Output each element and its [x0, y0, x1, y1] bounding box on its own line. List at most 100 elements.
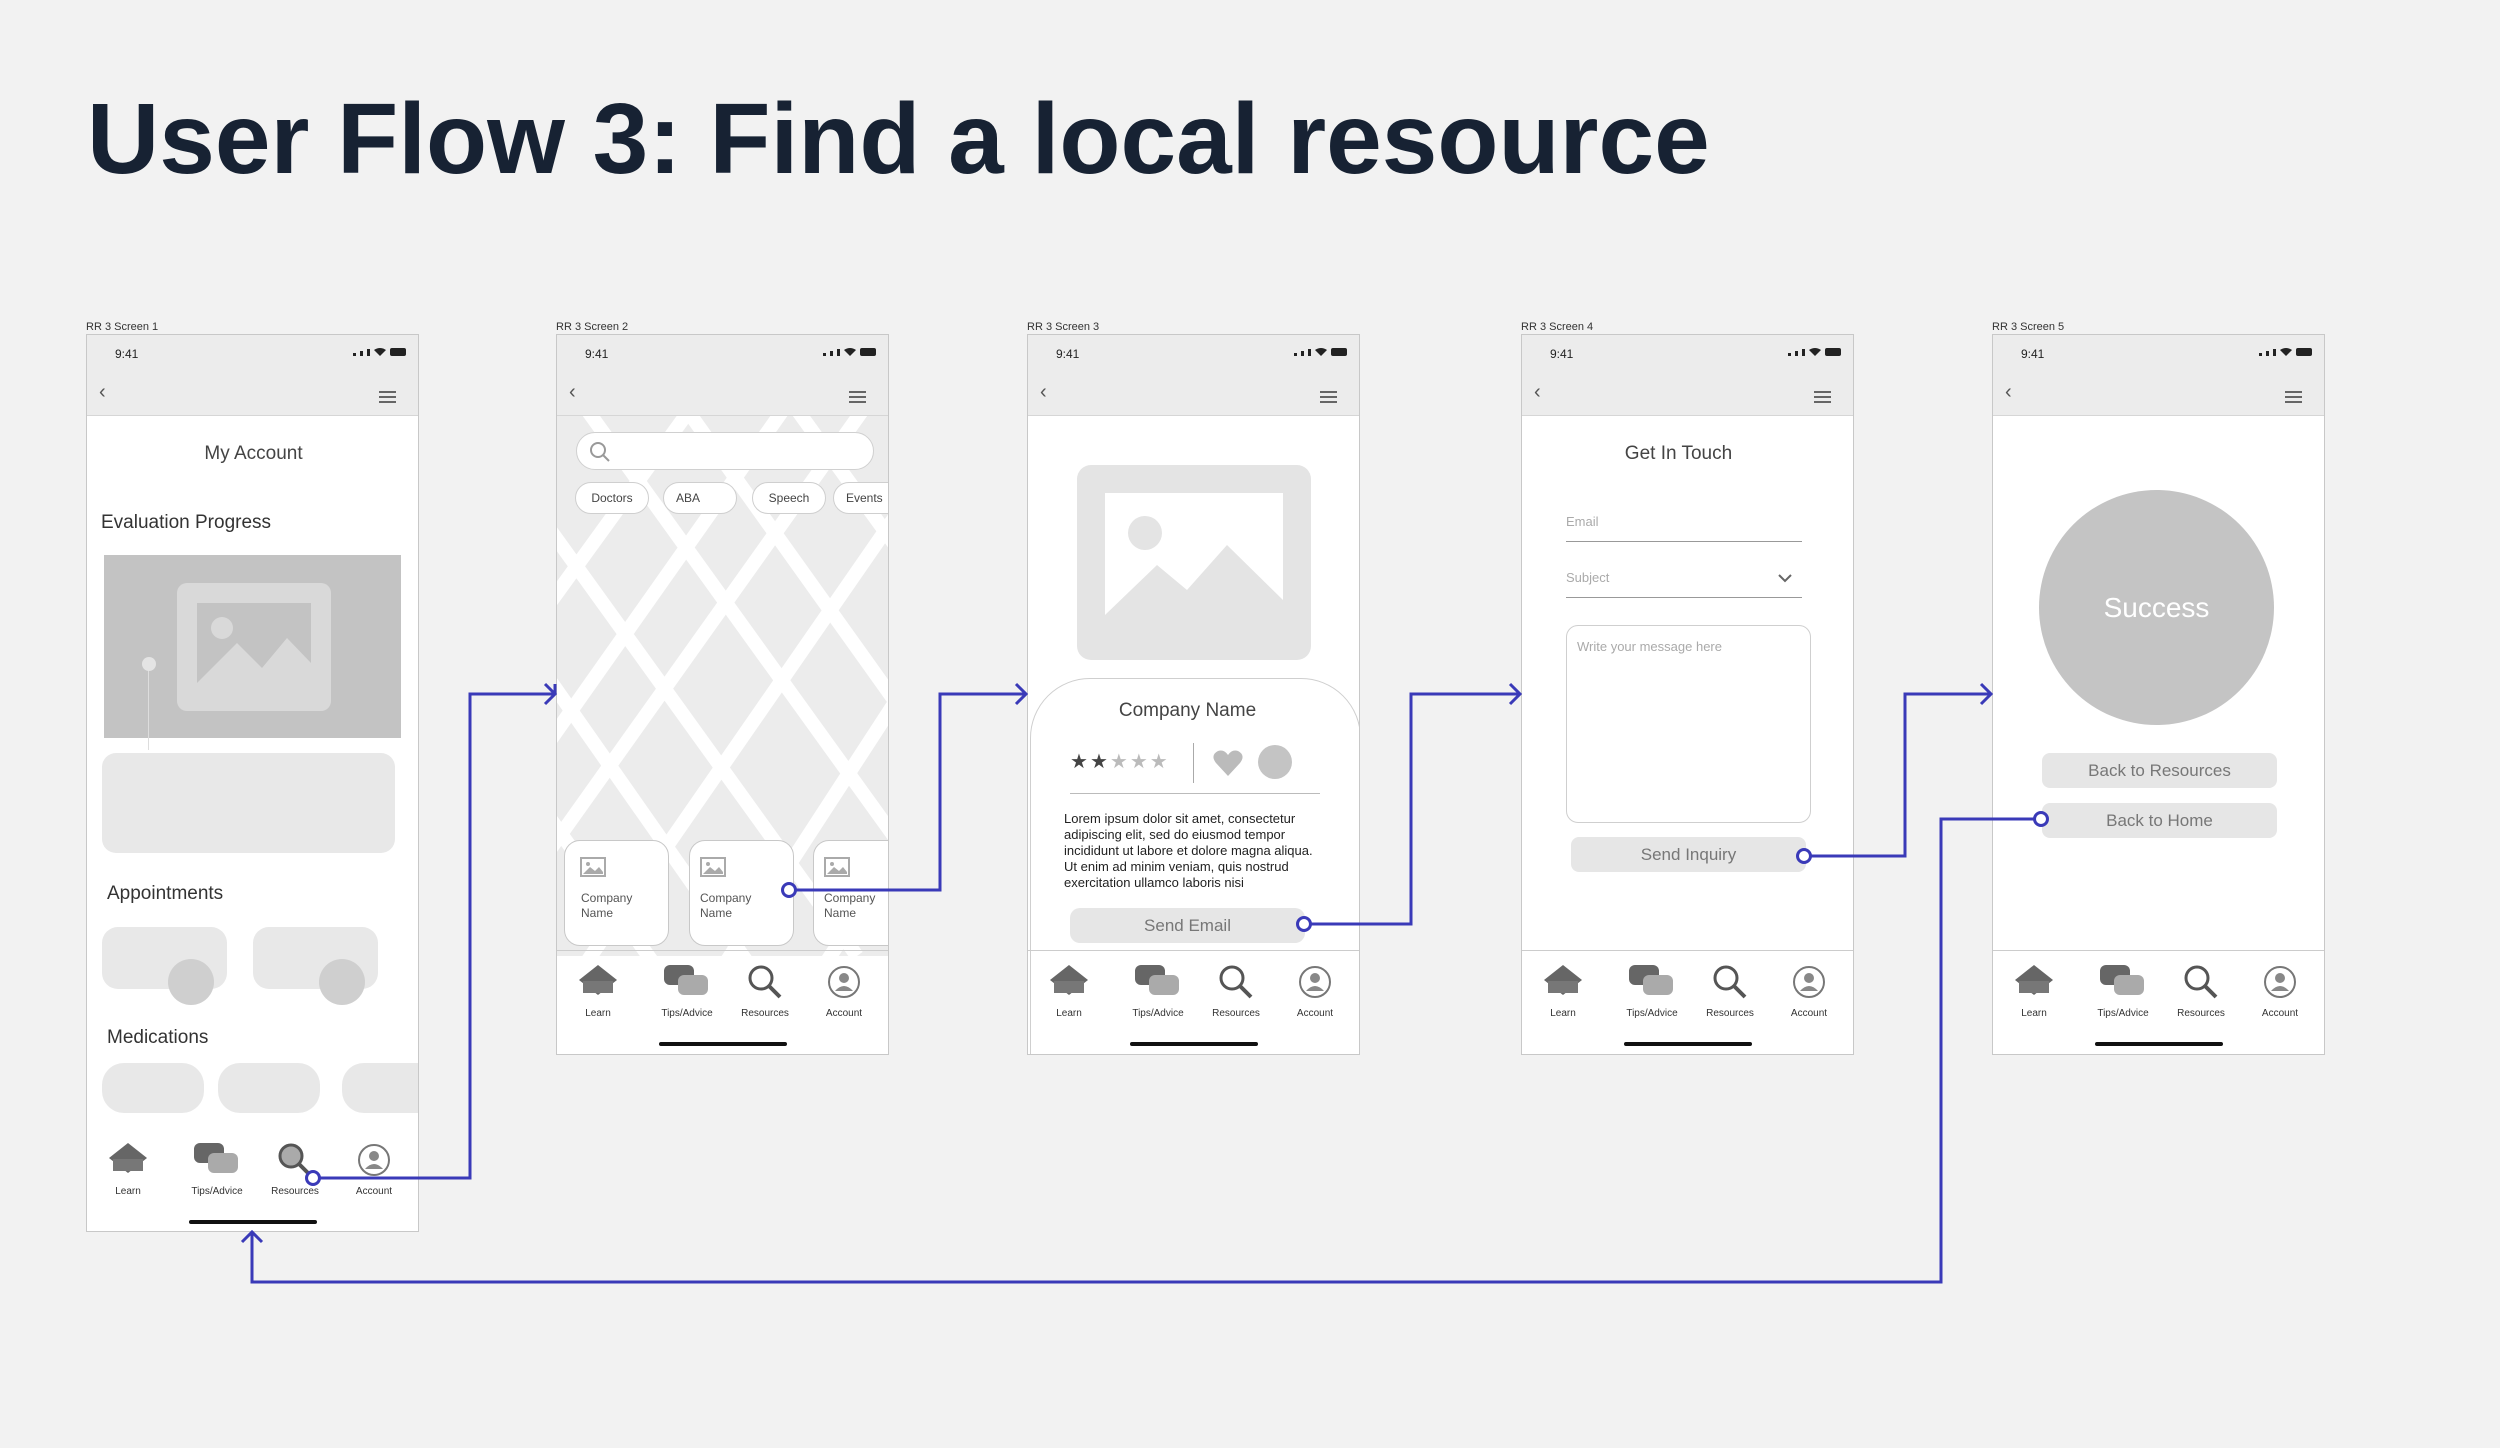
tab-tips[interactable]: Tips/Advice [2088, 965, 2158, 1019]
progress-handle[interactable] [142, 657, 156, 671]
chat-bubbles-icon [664, 965, 708, 995]
tab-tips[interactable]: Tips/Advice [652, 965, 722, 1019]
medications-label: Medications [107, 1027, 209, 1048]
chip-speech[interactable]: Speech [752, 482, 826, 514]
tab-tips[interactable]: Tips/Advice [182, 1143, 252, 1197]
medication-pill[interactable] [102, 1063, 204, 1113]
screen-3: 9:41 ‹ Company Name ★ ★ ★ ★ ★ Lorem ipsu… [1027, 334, 1360, 1055]
star-icon: ★ [1070, 751, 1088, 773]
company-name: Company Name [581, 891, 633, 920]
image-placeholder-icon [1077, 465, 1311, 660]
back-to-resources-button[interactable]: Back to Resources [2042, 753, 2277, 788]
tab-resources[interactable]: Resources [1695, 965, 1765, 1019]
status-icons [1294, 348, 1347, 356]
message-placeholder: Write your message here [1577, 639, 1722, 654]
company-name: Company Name [824, 891, 876, 920]
chat-bubbles-icon [194, 1143, 238, 1173]
send-email-button[interactable]: Send Email [1070, 908, 1305, 943]
star-icon: ★ [1149, 751, 1168, 773]
star-icon: ★ [1129, 751, 1148, 773]
screen-heading: My Account [204, 443, 303, 464]
account-icon [358, 1144, 390, 1176]
hamburger-menu-icon[interactable] [849, 391, 866, 406]
tab-bar: Learn Tips/Advice Resources Account [557, 950, 888, 1041]
appointment-card[interactable] [253, 927, 378, 1005]
subject-select[interactable]: Subject [1566, 569, 1802, 598]
tab-learn[interactable]: Learn [1528, 965, 1598, 1019]
status-icons [353, 348, 406, 356]
message-textarea[interactable]: Write your message here [1566, 625, 1811, 823]
tab-account[interactable]: Account [1774, 965, 1844, 1019]
screen-3-label: RR 3 Screen 3 [1027, 321, 1100, 333]
tab-tips[interactable]: Tips/Advice [1617, 965, 1687, 1019]
tab-account[interactable]: Account [809, 965, 879, 1019]
tab-learn[interactable]: Learn [563, 965, 633, 1019]
tab-learn[interactable]: Learn [1034, 965, 1104, 1019]
chip-doctors[interactable]: Doctors [575, 482, 649, 514]
screen-1-label: RR 3 Screen 1 [86, 321, 159, 333]
connector-start-dot [2033, 811, 2049, 827]
appointment-card[interactable] [102, 927, 227, 1005]
company-card[interactable]: Company Name [813, 840, 888, 946]
tab-resources[interactable]: Resources [2166, 965, 2236, 1019]
connector-start-dot [1796, 848, 1812, 864]
share-button[interactable] [1258, 745, 1292, 779]
tab-bar: Learn Tips/Advice Resources Account [1993, 950, 2324, 1041]
search-input[interactable] [576, 432, 874, 470]
tab-tips[interactable]: Tips/Advice [1123, 965, 1193, 1019]
tab-account[interactable]: Account [2245, 965, 2315, 1019]
status-bar: 9:41 ‹ [557, 335, 888, 416]
chevron-down-icon [1778, 574, 1792, 583]
chip-aba[interactable]: ABA [663, 482, 737, 514]
email-field[interactable]: Email [1566, 513, 1802, 542]
back-chevron-icon[interactable]: ‹ [569, 381, 576, 404]
back-chevron-icon[interactable]: ‹ [1534, 381, 1541, 404]
back-chevron-icon[interactable]: ‹ [2005, 381, 2012, 404]
status-icons [2259, 348, 2312, 356]
back-chevron-icon[interactable]: ‹ [1040, 381, 1047, 404]
search-icon [590, 442, 610, 462]
screen-5-label: RR 3 Screen 5 [1992, 321, 2065, 333]
magnifier-icon [1713, 965, 1747, 999]
send-inquiry-button[interactable]: Send Inquiry [1571, 837, 1806, 872]
image-placeholder-icon [580, 857, 606, 877]
company-card[interactable]: Company Name [564, 840, 669, 946]
tab-resources[interactable]: Resources [260, 1143, 330, 1197]
tab-account[interactable]: Account [1280, 965, 1350, 1019]
tab-bar: Learn Tips/Advice Resources Account [1028, 950, 1359, 1041]
chip-events[interactable]: Events [833, 482, 888, 514]
account-icon [2264, 966, 2296, 998]
tab-resources[interactable]: Resources [730, 965, 800, 1019]
home-indicator [1130, 1042, 1258, 1046]
image-placeholder-icon [700, 857, 726, 877]
learn-icon [109, 1143, 147, 1173]
company-card[interactable]: Company Name [689, 840, 794, 946]
heart-icon[interactable] [1213, 749, 1243, 777]
company-name: Company Name [700, 891, 752, 920]
avatar [319, 959, 365, 1005]
avatar [168, 959, 214, 1005]
screen-heading: Get In Touch [1624, 443, 1733, 464]
tab-learn[interactable]: Learn [93, 1143, 163, 1197]
hamburger-menu-icon[interactable] [1814, 391, 1831, 406]
chat-bubbles-icon [1629, 965, 1673, 995]
hamburger-menu-icon[interactable] [1320, 391, 1337, 406]
back-chevron-icon[interactable]: ‹ [99, 381, 106, 404]
hamburger-menu-icon[interactable] [2285, 391, 2302, 406]
tab-resources[interactable]: Resources [1201, 965, 1271, 1019]
screen-5: 9:41 ‹ Success Back to Resources Back to… [1992, 334, 2325, 1055]
status-bar: 9:41 ‹ [1522, 335, 1853, 416]
image-placeholder-icon [177, 583, 331, 711]
rating-stars: ★ ★ ★ ★ ★ [1070, 749, 1168, 774]
medication-pill[interactable] [218, 1063, 320, 1113]
tab-learn[interactable]: Learn [1999, 965, 2069, 1019]
status-bar: 9:41 ‹ [87, 335, 418, 416]
medication-pill[interactable] [342, 1063, 418, 1113]
hamburger-menu-icon[interactable] [379, 391, 396, 406]
status-icons [823, 348, 876, 356]
star-icon: ★ [1089, 751, 1108, 773]
tab-account[interactable]: Account [339, 1143, 409, 1197]
back-to-home-button[interactable]: Back to Home [2042, 803, 2277, 838]
status-time: 9:41 [585, 347, 609, 361]
connector-start-dot [305, 1170, 321, 1186]
